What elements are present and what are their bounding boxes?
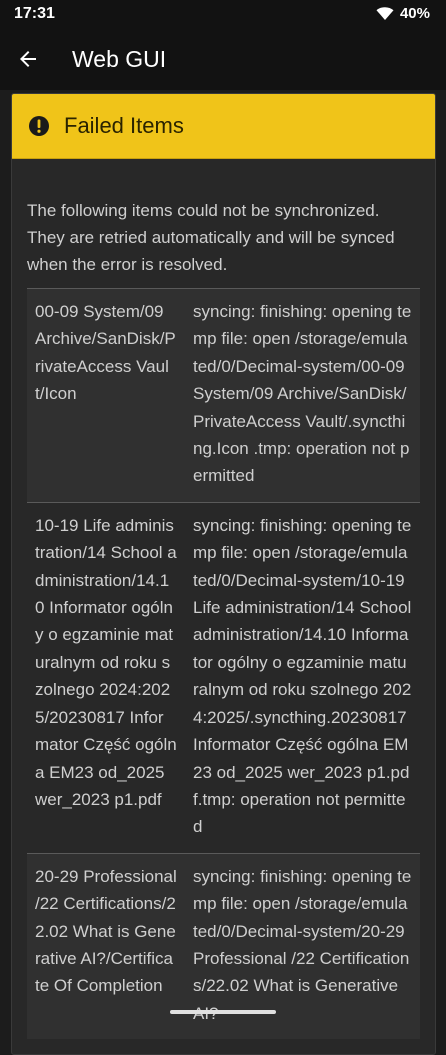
item-path: 00-09 System/09 Archive/SanDisk/PrivateA… — [27, 288, 185, 503]
arrow-left-icon[interactable] — [16, 47, 40, 71]
page-title: Web GUI — [72, 46, 167, 72]
app-bar: Web GUI — [0, 30, 446, 90]
item-path: 20-29 Professional /22 Certifications/22… — [27, 852, 185, 1040]
wifi-icon — [376, 6, 394, 20]
table-row: 00-09 System/09 Archive/SanDisk/PrivateA… — [27, 288, 420, 503]
status-indicators: 40% — [376, 5, 430, 22]
battery-level: 40% — [399, 5, 430, 22]
item-path: 10-19 Life administration/14 School admi… — [27, 501, 185, 854]
panel-body: The following items could not be synchro… — [12, 159, 435, 1040]
panel-header: Failed Items — [12, 94, 435, 159]
table-row: 10-19 Life administration/14 School admi… — [27, 501, 420, 854]
item-error: syncing: finishing: opening temp file: o… — [185, 501, 420, 854]
failed-items-table: 00-09 System/09 Archive/SanDisk/PrivateA… — [27, 288, 420, 1040]
status-bar: 17:31 40% — [0, 0, 446, 30]
panel-title: Failed Items — [64, 113, 184, 138]
home-indicator[interactable] — [170, 1010, 276, 1014]
exclamation-circle-icon — [29, 116, 49, 136]
status-time: 17:31 — [14, 5, 55, 22]
item-error: syncing: finishing: opening temp file: o… — [185, 288, 420, 503]
panel-intro: The following items could not be synchro… — [27, 201, 395, 274]
failed-items-panel: Failed Items The following items could n… — [11, 93, 436, 1055]
